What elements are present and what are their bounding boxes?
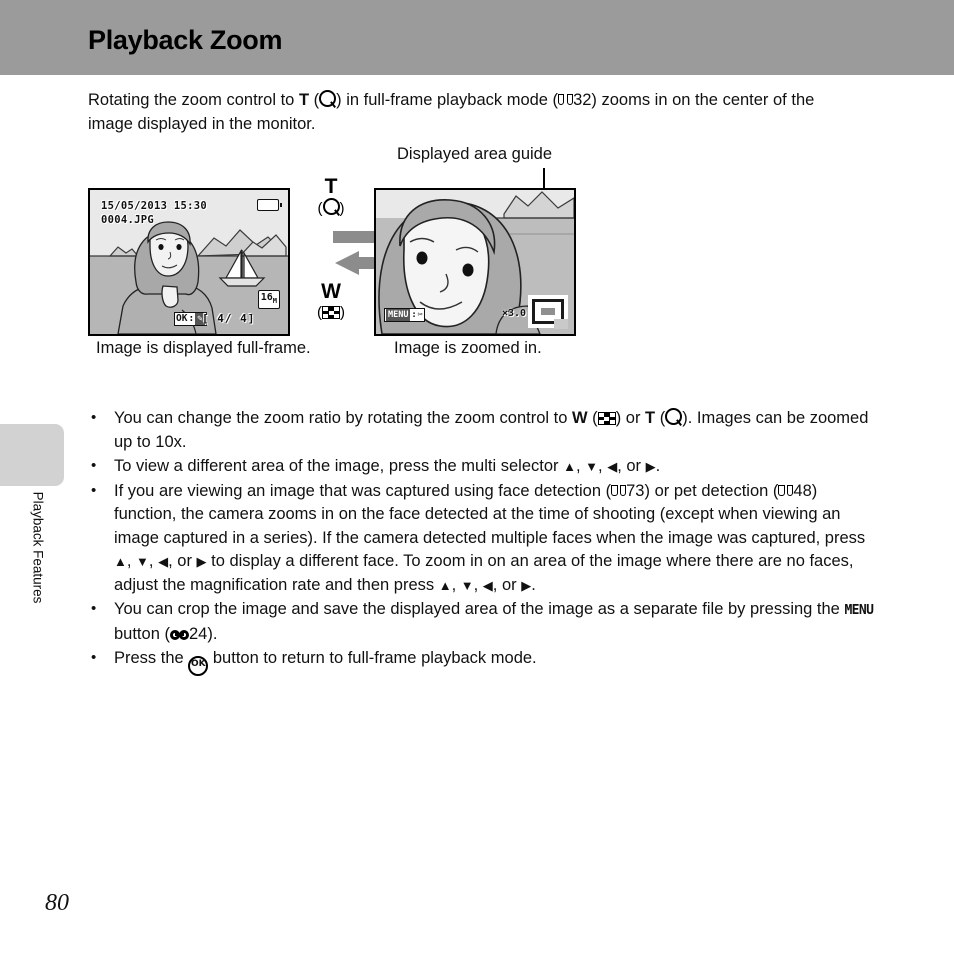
up-arrow-icon: ▲	[114, 554, 127, 569]
bullet-text: ,	[575, 457, 586, 475]
bullet-text: ,	[148, 552, 159, 570]
bullet-face-detection: • If you are viewing an image that was ca…	[88, 480, 878, 598]
image-size-badge: 16M	[257, 290, 280, 309]
bullet-return-fullframe: • Press the OK button to return to full-f…	[88, 647, 878, 676]
tele-zoom-icon-diagram	[322, 198, 340, 215]
bullet-text: You can crop the image and save the disp…	[114, 600, 845, 618]
down-arrow-icon: ▼	[136, 554, 149, 569]
bullet-marker: •	[91, 457, 97, 474]
menu-crop-badge: MENU: ✂	[384, 308, 425, 322]
displayed-area-guide-label: Displayed area guide	[397, 145, 553, 163]
bullet-text: ,	[126, 552, 137, 570]
zoom-letter: T	[645, 409, 656, 427]
tele-symbol: ()	[317, 198, 345, 217]
wide-letter: W	[321, 280, 341, 303]
zoom-arrows	[292, 225, 407, 281]
bullet-text: ,	[473, 575, 483, 594]
zoom-ratio-indicator: ×3.0	[502, 308, 527, 319]
right-arrow-icon: ▶	[521, 577, 532, 593]
bullet-text: button (	[114, 624, 170, 643]
area-guide-frame	[532, 299, 568, 329]
area-guide-current-region	[554, 319, 568, 329]
zoom-control-diagram: T () W ()	[292, 175, 407, 323]
playback-zoom-figure: Displayed area guide 15/05/2013 15:30 00…	[0, 0, 954, 370]
bullet-text: , or	[617, 457, 646, 475]
left-arrow-icon: ◀	[482, 577, 493, 593]
bullet-text: ) or pet detection (	[644, 481, 779, 500]
zoom-letter: W	[572, 409, 588, 427]
thumbnail-grid-icon	[322, 306, 340, 319]
screen-full-frame: 15/05/2013 15:30 0004.JPG 16M OK: ✎ [ 4/ …	[88, 188, 290, 336]
bullet-text: ,	[598, 457, 608, 475]
up-arrow-icon: ▲	[563, 459, 576, 474]
down-arrow-icon: ▼	[460, 577, 474, 593]
battery-icon	[257, 199, 282, 211]
book-reference: 48	[778, 482, 812, 500]
wide-symbol: ()	[317, 304, 345, 321]
down-arrow-icon: ▼	[585, 459, 599, 474]
bullet-text: To view a different area of the image, p…	[114, 457, 564, 475]
bullet-text: ,	[451, 575, 461, 594]
section-reference-icon	[169, 629, 189, 640]
bullet-text: ) or	[615, 409, 646, 427]
scissors-icon: ✂	[417, 310, 423, 320]
ok-button-glyph: OK	[188, 656, 209, 676]
bullet-text: Press the	[114, 649, 189, 667]
tele-letter: T	[324, 175, 338, 198]
left-arrow-icon: ◀	[158, 554, 169, 569]
bullet-marker: •	[91, 649, 97, 666]
left-arrow-icon: ◀	[607, 459, 618, 474]
bullet-marker: •	[91, 409, 97, 426]
screen-zoomed-in: MENU: ✂ ×3.0	[374, 188, 576, 336]
caption-zoomed-in: Image is zoomed in.	[394, 339, 542, 357]
bullet-text: If you are viewing an image that was cap…	[114, 481, 612, 500]
book-reference-icon	[778, 484, 794, 497]
side-tab-label: Playback Features	[30, 491, 46, 604]
book-reference-icon	[611, 484, 627, 497]
right-arrow-icon: ▶	[196, 554, 207, 569]
tele-zoom-icon	[665, 408, 683, 425]
up-arrow-icon: ▲	[438, 577, 452, 593]
bullet-text: (	[655, 409, 666, 427]
bullet-text: ).	[207, 624, 218, 643]
bullet-zoom-ratio: • You can change the zoom ratio by rotati…	[88, 407, 878, 454]
bullet-text: .	[655, 457, 661, 475]
bullet-text: .	[531, 575, 536, 594]
area-guide-field	[541, 308, 568, 329]
frame-counter: [ 4/ 4]	[202, 312, 256, 325]
bullet-text: button to return to full-frame playback …	[208, 649, 537, 667]
page-number: 80	[45, 890, 69, 916]
osd-date: 15/05/2013 15:30	[101, 200, 207, 212]
bullet-list: • You can change the zoom ratio by rotati…	[88, 407, 878, 677]
bullet-multi-selector: • To view a different area of the image, …	[88, 455, 878, 479]
bullet-crop-image: • You can crop the image and save the dis…	[88, 598, 878, 646]
book-reference: 73	[611, 482, 644, 500]
bullet-text: You can change the zoom ratio by rotatin…	[114, 409, 573, 427]
displayed-area-guide	[528, 295, 568, 329]
thumbnail-grid-icon	[597, 412, 616, 425]
section-reference: 24	[169, 625, 207, 643]
bullet-marker: •	[91, 481, 97, 499]
bullet-text: , or	[168, 552, 197, 570]
bullet-text: , or	[492, 575, 522, 594]
bullet-marker: •	[91, 600, 97, 617]
bullet-text: (	[587, 409, 598, 427]
menu-button-glyph: MENU	[844, 603, 874, 618]
right-arrow-icon: ▶	[645, 459, 656, 474]
caption-full-frame: Image is displayed full-frame.	[96, 339, 311, 357]
osd-filename: 0004.JPG	[101, 214, 154, 226]
